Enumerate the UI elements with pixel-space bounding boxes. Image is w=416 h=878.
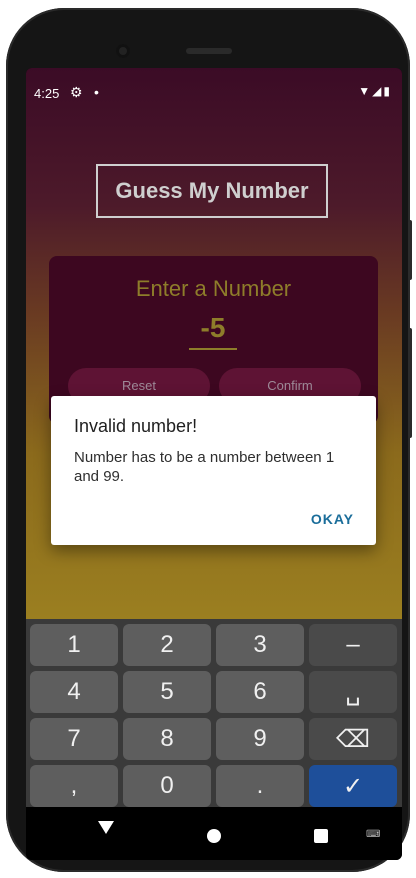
settings-icon: ⚙ — [70, 84, 83, 100]
okay-button[interactable]: OKAY — [311, 511, 354, 527]
key-2[interactable]: 2 — [123, 624, 211, 666]
number-input[interactable]: -5 — [189, 312, 237, 350]
recents-icon[interactable] — [314, 829, 328, 843]
key-3[interactable]: 3 — [216, 624, 304, 666]
key-period[interactable]: . — [216, 765, 304, 807]
space-key[interactable]: ␣ — [309, 671, 397, 713]
screen: 4:25 ⚙ • ▼◢▮ Guess My Number Enter a Num… — [26, 68, 402, 860]
battery-icon: ▮ — [383, 84, 392, 98]
key-1[interactable]: 1 — [30, 624, 118, 666]
phone-frame: 4:25 ⚙ • ▼◢▮ Guess My Number Enter a Num… — [6, 8, 412, 872]
key-6[interactable]: 6 — [216, 671, 304, 713]
key-9[interactable]: 9 — [216, 718, 304, 760]
wifi-icon: ▼ — [358, 84, 373, 98]
backspace-key[interactable]: ⌫ — [309, 718, 397, 760]
invalid-number-dialog: Invalid number! Number has to be a numbe… — [51, 396, 376, 545]
key-minus[interactable]: – — [309, 624, 397, 666]
page-title: Guess My Number — [96, 164, 328, 218]
status-time: 4:25 — [34, 86, 60, 101]
home-icon[interactable] — [207, 829, 221, 843]
numeric-keyboard: 1 2 3 – 4 5 6 ␣ 7 8 9 ⌫ , 0 . ✓ — [26, 619, 402, 807]
input-label: Enter a Number — [135, 276, 292, 301]
power-button — [408, 328, 412, 438]
system-icons: ▼◢▮ — [358, 84, 392, 98]
back-icon[interactable] — [98, 821, 114, 834]
navigation-bar: ⌨ — [26, 807, 402, 860]
key-8[interactable]: 8 — [123, 718, 211, 760]
done-key[interactable]: ✓ — [309, 765, 397, 807]
key-7[interactable]: 7 — [30, 718, 118, 760]
dialog-title: Invalid number! — [74, 416, 198, 436]
keyboard-switch-icon[interactable]: ⌨ — [366, 829, 380, 840]
dialog-message: Number has to be a number between 1 and … — [74, 449, 335, 485]
status-bar: 4:25 ⚙ • ▼◢▮ — [26, 68, 402, 116]
key-comma[interactable]: , — [30, 765, 118, 807]
earpiece — [186, 48, 232, 54]
key-4[interactable]: 4 — [30, 671, 118, 713]
volume-button — [408, 220, 412, 280]
front-camera — [116, 44, 130, 58]
notification-dot-icon: • — [94, 84, 99, 100]
signal-icon: ◢ — [372, 84, 384, 98]
key-0[interactable]: 0 — [123, 765, 211, 807]
key-5[interactable]: 5 — [123, 671, 211, 713]
